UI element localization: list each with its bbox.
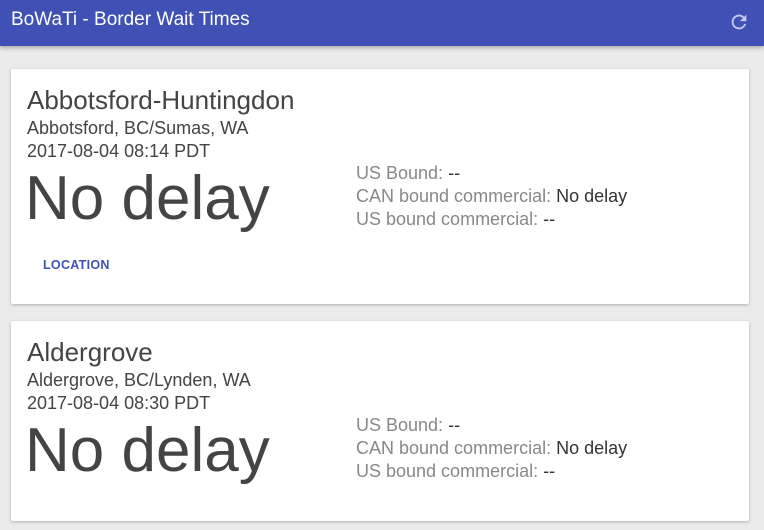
crossing-name: Abbotsford-Huntingdon <box>27 85 295 115</box>
app-bar: BoWaTi - Border Wait Times <box>0 0 764 46</box>
car-delay-value: No delay <box>25 164 270 233</box>
us-bound-commercial-value: -- <box>543 461 556 481</box>
car-delay-value: No delay <box>25 416 270 485</box>
us-bound-row: US Bound: -- <box>356 162 627 185</box>
us-bound-commercial-label: US bound commercial: <box>356 209 539 229</box>
can-bound-commercial-label: CAN bound commercial: <box>356 186 552 206</box>
us-bound-commercial-row: US bound commercial: -- <box>356 460 627 483</box>
crossing-location: Aldergrove, BC/Lynden, WA <box>27 370 251 390</box>
location-button[interactable]: LOCATION <box>33 254 120 276</box>
crossing-details: US Bound: -- CAN bound commercial: No de… <box>356 162 627 231</box>
us-bound-commercial-value: -- <box>543 209 556 229</box>
us-bound-label: US Bound: <box>356 163 444 183</box>
refresh-icon[interactable] <box>728 11 750 33</box>
crossing-location: Abbotsford, BC/Sumas, WA <box>27 118 249 138</box>
crossing-card-aldergrove: Aldergrove Aldergrove, BC/Lynden, WA 201… <box>11 321 749 521</box>
us-bound-value: -- <box>448 415 461 435</box>
can-bound-commercial-row: CAN bound commercial: No delay <box>356 185 627 208</box>
us-bound-commercial-row: US bound commercial: -- <box>356 208 627 231</box>
us-bound-commercial-label: US bound commercial: <box>356 461 539 481</box>
can-bound-commercial-value: No delay <box>556 438 628 458</box>
app-title: BoWaTi - Border Wait Times <box>11 9 250 30</box>
crossing-updated-time: 2017-08-04 08:30 PDT <box>27 393 211 413</box>
crossing-card-abbotsford-huntingdon: Abbotsford-Huntingdon Abbotsford, BC/Sum… <box>11 69 749 304</box>
us-bound-row: US Bound: -- <box>356 414 627 437</box>
us-bound-value: -- <box>448 163 461 183</box>
can-bound-commercial-value: No delay <box>556 186 628 206</box>
can-bound-commercial-label: CAN bound commercial: <box>356 438 552 458</box>
us-bound-label: US Bound: <box>356 415 444 435</box>
crossing-details: US Bound: -- CAN bound commercial: No de… <box>356 414 627 483</box>
crossing-updated-time: 2017-08-04 08:14 PDT <box>27 141 211 161</box>
crossing-name: Aldergrove <box>27 337 153 367</box>
can-bound-commercial-row: CAN bound commercial: No delay <box>356 437 627 460</box>
